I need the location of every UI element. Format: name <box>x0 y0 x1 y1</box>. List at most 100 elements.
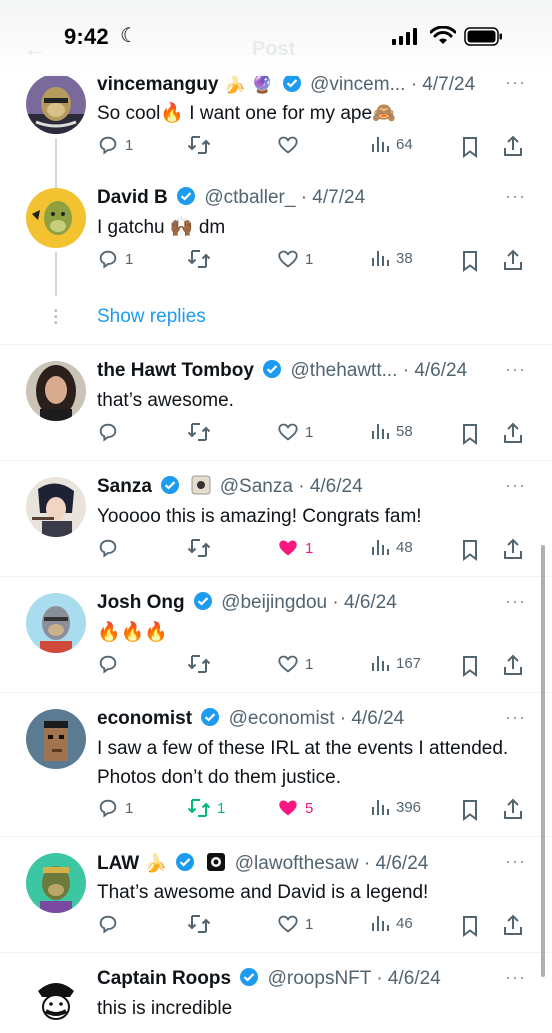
reply-button[interactable] <box>97 537 125 559</box>
avatar[interactable] <box>26 74 86 134</box>
views-button[interactable]: 396 <box>370 797 421 817</box>
like-button[interactable]: 1 <box>277 537 313 559</box>
share-icon[interactable] <box>502 537 524 561</box>
avatar[interactable] <box>26 853 86 913</box>
avatar[interactable] <box>26 188 86 248</box>
author-handle[interactable]: @economist <box>229 708 335 729</box>
tweet-text: That’s awesome and David is a legend! <box>97 882 429 903</box>
show-replies-link[interactable]: Show replies <box>97 306 206 328</box>
author-handle[interactable]: @ctballer_ <box>204 187 295 208</box>
more-options-icon[interactable]: ··· <box>505 707 526 728</box>
like-button[interactable]: 1 <box>277 653 313 675</box>
author-name[interactable]: LAW <box>97 853 139 874</box>
retweet-button[interactable] <box>187 248 217 270</box>
reply-button[interactable]: 1 <box>97 797 133 819</box>
reply-button[interactable] <box>97 653 125 675</box>
reply-tweet[interactable]: the Hawt Tomboy @thehawtt... · 4/6/24 ··… <box>0 345 552 461</box>
reply-button[interactable] <box>97 421 125 443</box>
reply-tweet[interactable]: David B @ctballer_ · 4/7/24 ··· I gatchu… <box>0 172 552 345</box>
verified-badge-icon <box>177 187 196 205</box>
retweet-button[interactable] <box>187 913 217 935</box>
author-name[interactable]: David B <box>97 187 168 208</box>
tweet-text: this is incredible <box>97 998 233 1019</box>
retweet-button[interactable]: 1 <box>187 797 225 819</box>
reply-count: 1 <box>125 799 134 817</box>
author-name[interactable]: Josh Ong <box>97 592 185 613</box>
like-button[interactable]: 1 <box>277 913 313 935</box>
author-handle[interactable]: @thehawtt... <box>291 360 398 381</box>
affiliate-badge-icon <box>191 475 211 495</box>
more-options-icon[interactable]: ··· <box>505 851 526 872</box>
retweet-button[interactable] <box>187 537 217 559</box>
like-button[interactable]: 5 <box>277 797 313 819</box>
views-button[interactable]: 38 <box>370 248 413 268</box>
author-name[interactable]: economist <box>97 708 192 729</box>
avatar[interactable] <box>26 969 86 1029</box>
avatar[interactable] <box>26 709 86 769</box>
tweet-date: · 4/6/24 <box>376 968 441 989</box>
more-options-icon[interactable]: ··· <box>505 186 526 207</box>
reply-tweet[interactable]: LAW 🍌 @lawofthesaw · 4/6/24 ··· That’s a… <box>0 837 552 953</box>
author-name[interactable]: Captain Roops <box>97 968 231 989</box>
bookmark-icon[interactable] <box>460 423 480 445</box>
reply-icon <box>99 423 117 442</box>
heart-filled-icon <box>279 800 297 816</box>
bookmark-icon[interactable] <box>460 655 480 677</box>
author-handle[interactable]: @roopsNFT <box>268 968 371 989</box>
views-button[interactable]: 46 <box>370 913 413 933</box>
retweet-button[interactable] <box>187 653 217 675</box>
views-button[interactable]: 64 <box>370 134 413 154</box>
author-name[interactable]: vincemanguy <box>97 74 218 95</box>
like-button[interactable]: 1 <box>277 421 313 443</box>
reply-tweet[interactable]: Josh Ong @beijingdou · 4/6/24 ··· 🔥🔥🔥 1 … <box>0 577 552 693</box>
reply-button[interactable]: 1 <box>97 248 133 270</box>
bookmark-icon[interactable] <box>460 136 480 158</box>
share-icon[interactable] <box>502 421 524 445</box>
retweet-button[interactable] <box>187 421 217 443</box>
share-icon[interactable] <box>502 653 524 677</box>
avatar[interactable] <box>26 361 86 421</box>
author-handle[interactable]: @vincem... <box>310 74 405 95</box>
author-handle[interactable]: @beijingdou <box>221 592 327 613</box>
retweet-button[interactable] <box>187 134 217 156</box>
views-button[interactable]: 167 <box>370 653 421 673</box>
author-name[interactable]: the Hawt Tomboy <box>97 360 254 381</box>
like-count: 1 <box>305 915 314 933</box>
tweet-text: Yooooo this is amazing! Congrats fam! <box>97 506 422 527</box>
share-icon[interactable] <box>502 134 524 158</box>
views-button[interactable]: 58 <box>370 421 413 441</box>
back-arrow-icon[interactable]: ← <box>24 36 46 62</box>
like-button[interactable]: 1 <box>277 248 313 270</box>
like-count: 1 <box>305 655 314 673</box>
verified-badge-icon <box>161 476 180 494</box>
reply-count: 1 <box>125 250 134 268</box>
reply-button[interactable] <box>97 913 125 935</box>
more-options-icon[interactable]: ··· <box>505 359 526 380</box>
share-icon[interactable] <box>502 797 524 821</box>
more-options-icon[interactable]: ··· <box>505 475 526 496</box>
reply-tweet[interactable]: economist @economist · 4/6/24 ··· I saw … <box>0 693 552 837</box>
more-options-icon[interactable]: ··· <box>505 591 526 612</box>
views-button[interactable]: 48 <box>370 537 413 557</box>
author-name[interactable]: Sanza <box>97 476 152 497</box>
bookmark-icon[interactable] <box>460 250 480 272</box>
focus-moon-icon: ☾ <box>120 25 138 47</box>
thread-line <box>55 138 57 172</box>
reply-tweet[interactable]: Sanza @Sanza · 4/6/24 ··· Yooooo this is… <box>0 461 552 577</box>
share-icon[interactable] <box>502 913 524 937</box>
avatar[interactable] <box>26 593 86 653</box>
like-button[interactable] <box>277 134 305 156</box>
name-emoji: 🍌 <box>144 853 167 873</box>
author-handle[interactable]: @lawofthesaw <box>235 853 359 874</box>
bookmark-icon[interactable] <box>460 799 480 821</box>
bookmark-icon[interactable] <box>460 539 480 561</box>
reply-button[interactable]: 1 <box>97 134 133 156</box>
scrollbar[interactable] <box>541 545 545 977</box>
bookmark-icon[interactable] <box>460 915 480 937</box>
tweet-date: · 4/6/24 <box>402 360 468 381</box>
share-icon[interactable] <box>502 248 524 272</box>
avatar[interactable] <box>26 477 86 537</box>
author-handle[interactable]: @Sanza <box>220 476 293 497</box>
more-options-icon[interactable]: ··· <box>505 967 526 988</box>
reply-tweet[interactable]: Captain Roops @roopsNFT · 4/6/24 ··· thi… <box>0 953 552 1033</box>
